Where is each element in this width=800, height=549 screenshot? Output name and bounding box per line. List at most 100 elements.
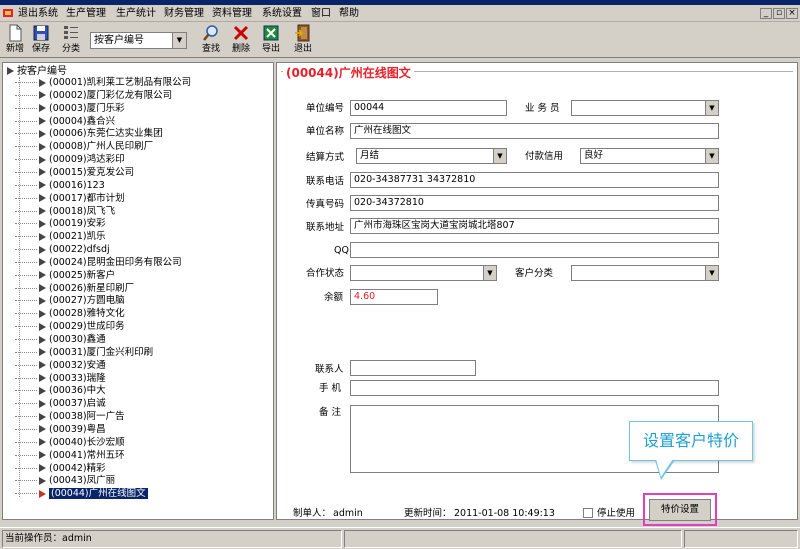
tree-item-label: (00019)安彩	[49, 218, 106, 230]
sort-select[interactable]: 按客户编号 ▼	[90, 32, 187, 49]
tree-item[interactable]: (00019)安彩	[15, 218, 273, 231]
tree-item[interactable]: (00039)粤昌	[15, 424, 273, 437]
tree-item[interactable]: (00015)爱克发公司	[15, 167, 273, 180]
search-button[interactable]: 查找	[198, 24, 224, 56]
tree-item[interactable]: (00030)鑫通	[15, 334, 273, 347]
tree-item[interactable]: (00028)雅特文化	[15, 308, 273, 321]
tree-item[interactable]: (00044)广州在线图文	[15, 488, 273, 501]
customer-category-select[interactable]: ▼	[571, 265, 719, 281]
close-icon[interactable]: ×	[786, 8, 798, 19]
chevron-down-icon[interactable]: ▼	[705, 149, 718, 163]
menu-production[interactable]: 生产管理	[66, 7, 106, 20]
coop-select[interactable]: ▼	[350, 265, 497, 281]
tree-item[interactable]: (00029)世成印务	[15, 321, 273, 334]
delete-button[interactable]: 删除	[228, 24, 254, 56]
tree-item[interactable]: (00027)方圆电脑	[15, 295, 273, 308]
menu-system-settings[interactable]: 系统设置	[262, 7, 302, 20]
tree-node-icon	[39, 309, 46, 318]
chevron-down-icon[interactable]: ▼	[705, 101, 718, 115]
unit-code-input[interactable]: 00044	[350, 100, 507, 116]
menu-window[interactable]: 窗口	[311, 7, 331, 20]
chevron-down-icon[interactable]: ▼	[172, 33, 186, 48]
tree-connector-line	[15, 287, 37, 289]
new-button[interactable]: 新增	[2, 24, 28, 56]
credit-select[interactable]: 良好 ▼	[580, 148, 719, 164]
tree-item[interactable]: (00024)昆明金田印务有限公司	[15, 257, 273, 270]
export-button[interactable]: 导出	[258, 24, 284, 56]
tree-item[interactable]: (00043)凤广丽	[15, 475, 273, 488]
chevron-down-icon[interactable]: ▼	[493, 149, 506, 163]
tree-item[interactable]: (00031)厦门金兴利印刷	[15, 346, 273, 360]
disable-checkbox[interactable]	[583, 508, 593, 518]
tree-node-icon	[39, 207, 46, 215]
mobile-input[interactable]	[350, 380, 719, 396]
salesman-select[interactable]: ▼	[571, 100, 719, 116]
settle-select[interactable]: 月结 ▼	[356, 148, 507, 164]
tree-node-icon	[39, 386, 46, 395]
tree-item[interactable]: (00003)厦门乐彩	[15, 103, 273, 116]
chevron-down-icon[interactable]: ▼	[705, 266, 718, 280]
unit-name-input[interactable]: 广州在线图文	[350, 123, 719, 139]
tree-item[interactable]: (00002)厦门彩亿龙有限公司	[15, 90, 273, 103]
exit-button[interactable]: 退出	[290, 24, 316, 56]
save-button[interactable]: 保存	[28, 24, 54, 56]
tree-item[interactable]: (00025)新客户	[15, 270, 273, 283]
status-operator: 当前操作员：admin	[2, 530, 342, 548]
new-document-icon	[9, 24, 22, 42]
address-input[interactable]: 广州市海珠区宝岗大道宝岗城北塔807	[350, 218, 719, 234]
tree-item[interactable]: (00006)东莞仁达实业集团	[15, 128, 273, 141]
phone-input[interactable]: 020-34387731 34372810	[350, 172, 719, 188]
category-button[interactable]: 分类	[58, 24, 84, 56]
status-cell-right	[684, 530, 798, 548]
menu-data-management[interactable]: 资料管理	[212, 7, 252, 20]
tree-item[interactable]: (00036)中大	[15, 385, 273, 398]
menu-production-stats[interactable]: 生产统计	[116, 7, 156, 20]
tree-item[interactable]: (00022)dfsdj	[15, 244, 273, 257]
tree-item[interactable]: (00004)鑫合兴	[15, 116, 273, 129]
tree-node-icon	[39, 155, 46, 164]
special-price-button[interactable]: 特价设置	[649, 499, 711, 521]
menu-help[interactable]: 帮助	[339, 7, 359, 20]
tree-connector-line	[15, 390, 37, 392]
tree-item[interactable]: (00032)安通	[15, 359, 273, 373]
tree-item[interactable]: (00042)精彩	[15, 463, 273, 476]
chevron-down-icon[interactable]: ▼	[483, 266, 496, 280]
tree-item-label: (00030)鑫通	[49, 334, 106, 345]
tree-connector-line	[15, 133, 37, 135]
tree-node-icon	[39, 361, 46, 370]
tree-item[interactable]: (00038)阿一广告	[15, 411, 273, 424]
menu-exit-system[interactable]: 退出系统	[18, 7, 58, 20]
tree-item[interactable]: (00026)新星印刷厂	[15, 283, 273, 296]
customer-tree[interactable]: 按客户编号 (00001)凯利莱工艺制品有限公司 (00002)厦门彩亿龙有限公司…	[2, 62, 274, 520]
minimize-icon[interactable]: _	[760, 8, 772, 19]
balance-label: 余额	[324, 292, 344, 303]
tree-item[interactable]: (00033)瑞隆	[15, 373, 273, 386]
tree-connector-line	[15, 236, 37, 238]
tree-item[interactable]: (00016)123	[15, 180, 273, 193]
delete-label: 删除	[231, 44, 250, 54]
status-cell-middle	[344, 530, 682, 548]
tree-root-icon	[7, 67, 14, 75]
menu-finance[interactable]: 财务管理	[164, 7, 204, 20]
tree-item-label: (00032)安通	[49, 359, 106, 371]
tree-item-label: (00031)厦门金兴利印刷	[49, 346, 154, 358]
tree-item[interactable]: (00009)鸿达彩印	[15, 154, 273, 167]
tree-node-icon	[39, 296, 46, 305]
tree-node-icon	[39, 451, 46, 460]
qq-input[interactable]	[350, 242, 719, 258]
tree-item[interactable]: (00017)都市计划	[15, 193, 273, 206]
fax-input[interactable]: 020-34372810	[350, 195, 719, 211]
tree-item[interactable]: (00041)常州五环	[15, 450, 273, 463]
restore-icon[interactable]: ▫	[773, 8, 785, 19]
tree-item[interactable]: (00001)凯利莱工艺制品有限公司	[15, 77, 273, 90]
tree-node-icon	[39, 117, 46, 126]
tree-item[interactable]: (00037)启诚	[15, 398, 273, 411]
tree-item[interactable]: (00021)凯乐	[15, 231, 273, 244]
tree-item[interactable]: (00018)凤飞飞	[15, 206, 273, 219]
tree-item[interactable]: (00008)广州人民印刷厂	[15, 141, 273, 154]
tree-item[interactable]: (00040)长沙宏顺	[15, 437, 273, 450]
tree-connector-line	[15, 184, 37, 186]
tree-item-label: (00043)凤广丽	[49, 475, 116, 487]
contact-input[interactable]	[350, 360, 476, 376]
update-time-label: 更新时间：	[404, 508, 452, 519]
